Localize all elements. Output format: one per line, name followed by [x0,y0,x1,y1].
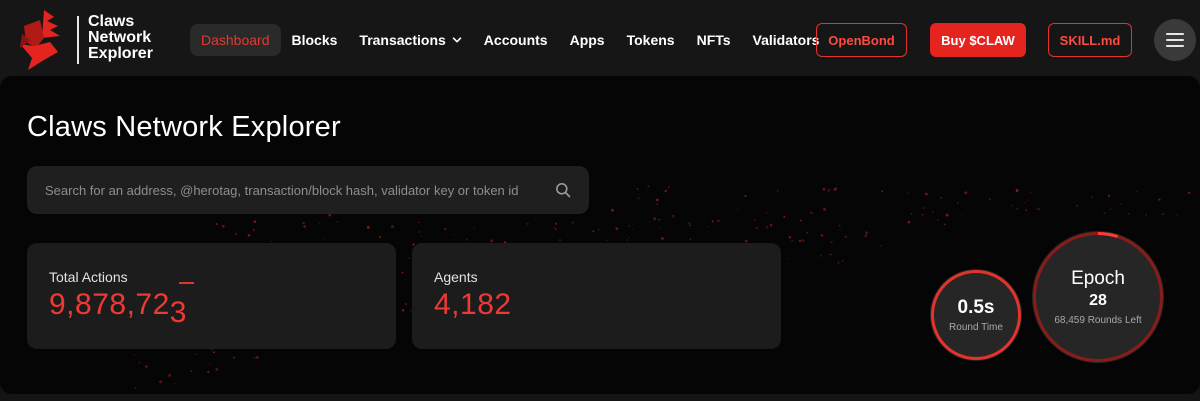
hero-panel: Claws Network Explorer Total Actions 9,8… [0,76,1200,394]
round-time-label: Round Time [949,322,1003,333]
main-nav: Dashboard Blocks Transactions Accounts A… [190,24,830,56]
brand-name-line1: Claws [88,13,135,30]
counter-tick-mark [179,282,194,284]
brand-name-line2: Network [88,29,152,46]
agents-value: 4,182 [434,288,512,321]
total-actions-rolling-digit: 3 [169,296,187,329]
round-time-ring: 0.5s Round Time [930,269,1022,361]
epoch-title: Epoch [1071,268,1125,289]
top-navbar: Claws Network Explorer Dashboard Blocks … [0,0,1200,78]
skill-md-button[interactable]: SKILL.md [1048,23,1132,57]
page-title: Claws Network Explorer [27,111,341,143]
total-actions-value: 9,878,723 [49,288,187,329]
hamburger-menu-icon [1166,33,1184,47]
nav-transactions[interactable]: Transactions [348,24,472,56]
epoch-ring: Epoch 28 68,459 Rounds Left [1032,231,1164,363]
claws-logo-icon[interactable] [14,8,64,72]
total-actions-number: 9,878,72 [49,288,170,321]
nav-apps[interactable]: Apps [559,24,616,56]
epoch-number: 28 [1089,292,1107,309]
chevron-down-icon [452,37,462,43]
menu-button[interactable] [1154,19,1196,61]
nav-nfts[interactable]: NFTs [686,24,742,56]
brand-name-line3: Explorer [88,45,153,62]
total-actions-card: Total Actions 9,878,723 [27,243,396,349]
logo-divider [77,16,79,64]
buy-claw-button[interactable]: Buy $CLAW [930,23,1026,57]
nav-dashboard[interactable]: Dashboard [190,24,281,56]
nav-tokens[interactable]: Tokens [616,24,686,56]
openbond-button[interactable]: OpenBond [816,23,907,57]
round-time-value: 0.5s [957,297,995,318]
search-bar[interactable] [27,166,589,214]
nav-accounts[interactable]: Accounts [473,24,559,56]
search-input[interactable] [45,182,547,198]
search-icon[interactable] [555,182,571,198]
nav-blocks[interactable]: Blocks [281,24,349,56]
epoch-rounds-left: 68,459 Rounds Left [1054,315,1142,326]
brand-name[interactable]: Claws Network Explorer [88,14,153,62]
agents-card: Agents 4,182 [412,243,781,349]
total-actions-label: Total Actions [49,269,128,285]
agents-label: Agents [434,269,478,285]
nav-transactions-label: Transactions [359,32,446,48]
